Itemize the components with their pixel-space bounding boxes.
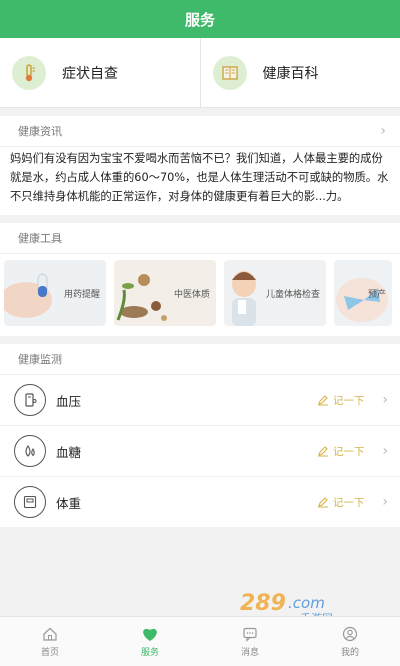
health-monitor-title: 健康监测: [18, 353, 62, 366]
due-date-tile[interactable]: 预产: [334, 260, 392, 326]
pencil-icon: [317, 395, 328, 406]
blood-sugar-label: 血糖: [56, 444, 82, 460]
tcm-constitution-label: 中医体质: [173, 290, 210, 300]
blood-pressure-icon: [14, 384, 46, 416]
heart-icon: [143, 628, 157, 641]
tab-messages[interactable]: 消息: [200, 617, 300, 666]
chevron-right-icon: ›: [382, 392, 388, 408]
blood-pressure-record-label: 记一下: [332, 394, 365, 407]
health-news-article[interactable]: 妈妈们有没有因为宝宝不爱喝水而苦恼不已？我们知道，人体最主要的成份就是水，约占成…: [0, 146, 400, 215]
thermometer-icon: [12, 55, 46, 90]
health-encyclopedia-button[interactable]: 健康百科: [199, 38, 400, 107]
symptom-check-label: 症状自查: [62, 65, 118, 82]
symptom-check-button[interactable]: 症状自查: [0, 38, 200, 107]
medication-reminder-label: 用药提醒: [63, 290, 100, 300]
chevron-right-icon: ›: [382, 494, 388, 510]
pencil-icon: [317, 446, 328, 457]
health-tools-header: 健康工具: [0, 223, 400, 253]
blood-sugar-record-label: 记一下: [332, 445, 365, 458]
health-news-card: 健康资讯 › 妈妈们有没有因为宝宝不爱喝水而苦恼不已？我们知道，人体最主要的成份…: [0, 116, 400, 215]
medication-reminder-tile[interactable]: 用药提醒: [4, 260, 106, 326]
blood-pressure-record-button[interactable]: 记一下: [317, 393, 365, 408]
tools-row: 用药提醒 中医体质 儿童体格检查 预产: [0, 253, 400, 336]
page-title: 服务: [184, 10, 215, 29]
home-icon: [43, 627, 57, 641]
blood-sugar-row[interactable]: 血糖 记一下 ›: [0, 425, 400, 476]
weight-row[interactable]: 体重 记一下 ›: [0, 476, 400, 527]
pencil-icon: [317, 497, 328, 508]
blood-sugar-icon: [14, 435, 46, 467]
health-tools-card: 健康工具 用药提醒 中医体质 儿童体格检查 预产: [0, 223, 400, 336]
weight-scale-icon: [14, 486, 46, 518]
tab-service-label: 服务: [140, 647, 159, 658]
health-news-header[interactable]: 健康资讯 ›: [0, 116, 400, 146]
book-icon: [212, 55, 247, 90]
weight-label: 体重: [56, 495, 82, 511]
bottom-tab-bar: 首页 服务 消息 我的: [0, 616, 400, 666]
health-monitor-card: 健康监测 血压 记一下 › 血糖 记一下 › 体重 记一下 ›: [0, 344, 400, 527]
child-physical-exam-tile[interactable]: 儿童体格检查: [224, 260, 326, 326]
tab-messages-label: 消息: [240, 647, 259, 658]
quick-actions: 症状自查 健康百科: [0, 38, 400, 108]
svg-text:289: 289: [240, 591, 286, 616]
tab-profile[interactable]: 我的: [300, 617, 400, 666]
profile-icon: [342, 626, 358, 641]
blood-sugar-record-button[interactable]: 记一下: [317, 444, 365, 459]
chevron-right-icon: ›: [380, 123, 386, 139]
health-tools-title: 健康工具: [18, 232, 62, 245]
weight-record-button[interactable]: 记一下: [317, 495, 365, 510]
svg-text:.com: .com: [288, 594, 325, 612]
app-header: 服务: [0, 0, 400, 38]
message-icon: [243, 627, 257, 642]
health-news-title: 健康资讯: [18, 125, 62, 138]
due-date-label: 预产: [367, 290, 386, 300]
blood-pressure-label: 血压: [56, 393, 82, 409]
tab-service[interactable]: 服务: [100, 617, 200, 666]
tcm-constitution-tile[interactable]: 中医体质: [114, 260, 216, 326]
child-physical-exam-label: 儿童体格检查: [265, 290, 320, 300]
blood-pressure-row[interactable]: 血压 记一下 ›: [0, 374, 400, 425]
tab-home-label: 首页: [40, 647, 59, 658]
tab-home[interactable]: 首页: [0, 617, 100, 666]
weight-record-label: 记一下: [332, 496, 365, 509]
tab-profile-label: 我的: [340, 647, 359, 658]
health-monitor-header: 健康监测: [0, 344, 400, 374]
health-encyclopedia-label: 健康百科: [262, 65, 319, 82]
chevron-right-icon: ›: [382, 443, 388, 459]
